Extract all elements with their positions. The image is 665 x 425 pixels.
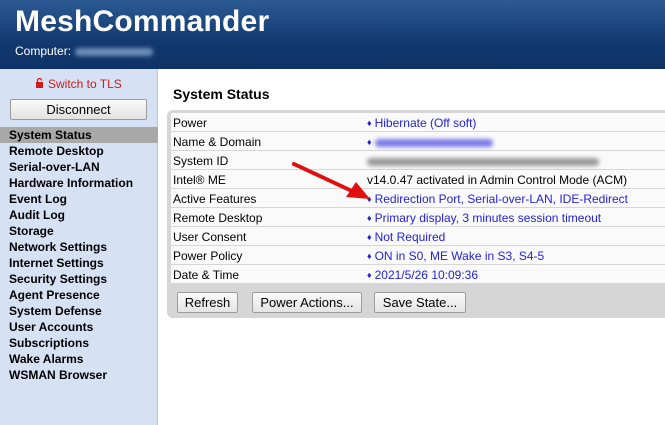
disconnect-button[interactable]: Disconnect: [10, 99, 147, 120]
system-id-value: [367, 154, 599, 168]
row-label: Intel® ME: [173, 173, 226, 187]
sidebar-item-storage[interactable]: Storage: [0, 223, 158, 239]
row-value: Redirection Port, Serial-over-LAN, IDE-R…: [374, 192, 629, 206]
row-value: 2021/5/26 10:09:36: [374, 268, 479, 282]
sidebar-item-remote-desktop[interactable]: Remote Desktop: [0, 143, 158, 159]
sidebar: Switch to TLS Disconnect System Status R…: [0, 69, 158, 425]
page-title: System Status: [173, 86, 270, 102]
sidebar-item-network-settings[interactable]: Network Settings: [0, 239, 158, 255]
row-label: Date & Time: [173, 268, 240, 282]
table-row-power: Power ♦ Hibernate (Off soft): [171, 113, 665, 132]
date-time-value-link[interactable]: ♦ 2021/5/26 10:09:36: [367, 268, 478, 282]
table-row-intel-me: Intel® ME v14.0.47 activated in Admin Co…: [171, 170, 665, 189]
sidebar-item-security-settings[interactable]: Security Settings: [0, 271, 158, 287]
switch-tls-link[interactable]: Switch to TLS: [35, 77, 122, 91]
sidebar-item-hardware-information[interactable]: Hardware Information: [0, 175, 158, 191]
red-arrow-icon: [292, 162, 370, 199]
row-label: System ID: [173, 154, 229, 168]
table-row-system-id: System ID: [171, 151, 665, 170]
diamond-icon: ♦: [367, 118, 372, 128]
sidebar-item-audit-log[interactable]: Audit Log: [0, 207, 158, 223]
diamond-icon: ♦: [367, 213, 372, 223]
name-domain-redacted: [374, 138, 493, 147]
name-domain-value-link[interactable]: ♦: [367, 135, 493, 149]
diamond-icon: ♦: [367, 137, 372, 147]
row-label: Name & Domain: [173, 135, 262, 149]
row-label: Power: [173, 116, 208, 130]
table-row-name-domain: Name & Domain ♦: [171, 132, 665, 151]
table-row-power-policy: Power Policy ♦ ON in S0, ME Wake in S3, S…: [171, 246, 665, 265]
computer-info: Computer:: [15, 44, 154, 58]
sidebar-item-event-log[interactable]: Event Log: [0, 191, 158, 207]
sidebar-nav: System Status Remote Desktop Serial-over…: [0, 127, 158, 383]
sidebar-item-internet-settings[interactable]: Internet Settings: [0, 255, 158, 271]
system-status-panel: Power ♦ Hibernate (Off soft) Name & Domai…: [167, 110, 665, 318]
table-row-date-time: Date & Time ♦ 2021/5/26 10:09:36: [171, 265, 665, 284]
table-row-user-consent: User Consent ♦ Not Required: [171, 227, 665, 246]
row-label: Power Policy: [173, 249, 243, 263]
computer-name-redacted: [75, 47, 154, 56]
sidebar-item-subscriptions[interactable]: Subscriptions: [0, 335, 158, 351]
sidebar-item-system-status[interactable]: System Status: [0, 127, 158, 143]
row-value: Not Required: [374, 230, 446, 244]
row-label: Active Features: [173, 192, 257, 206]
user-consent-value-link[interactable]: ♦ Not Required: [367, 230, 445, 244]
sidebar-item-wsman-browser[interactable]: WSMAN Browser: [0, 367, 158, 383]
active-features-value-link[interactable]: ♦ Redirection Port, Serial-over-LAN, IDE-…: [367, 192, 628, 206]
power-value-link[interactable]: ♦ Hibernate (Off soft): [367, 116, 476, 130]
row-value: v14.0.47 activated in Admin Control Mode…: [367, 173, 628, 187]
system-id-redacted: [367, 157, 599, 166]
row-label: Remote Desktop: [173, 211, 263, 225]
table-row-active-features: Active Features ♦ Redirection Port, Seria…: [171, 189, 665, 208]
row-label: User Consent: [173, 230, 247, 244]
sidebar-item-serial-over-lan[interactable]: Serial-over-LAN: [0, 159, 158, 175]
app-title: MeshCommander: [15, 5, 270, 38]
diamond-icon: ♦: [367, 232, 372, 242]
row-value: ON in S0, ME Wake in S3, S4-5: [374, 249, 545, 263]
save-state-button[interactable]: Save State...: [374, 292, 466, 313]
sidebar-item-wake-alarms[interactable]: Wake Alarms: [0, 351, 158, 367]
status-table: Power ♦ Hibernate (Off soft) Name & Domai…: [171, 113, 665, 284]
switch-tls-label: Switch to TLS: [48, 77, 122, 91]
power-policy-value-link[interactable]: ♦ ON in S0, ME Wake in S3, S4-5: [367, 249, 544, 263]
diamond-icon: ♦: [367, 270, 372, 280]
sidebar-item-system-defense[interactable]: System Defense: [0, 303, 158, 319]
sidebar-item-user-accounts[interactable]: User Accounts: [0, 319, 158, 335]
row-value: Hibernate (Off soft): [374, 116, 477, 130]
refresh-button[interactable]: Refresh: [177, 292, 238, 313]
lock-icon: [35, 77, 45, 91]
sidebar-item-agent-presence[interactable]: Agent Presence: [0, 287, 158, 303]
diamond-icon: ♦: [367, 251, 372, 261]
app-header: MeshCommander Computer:: [0, 0, 665, 69]
table-row-remote-desktop: Remote Desktop ♦ Primary display, 3 minut…: [171, 208, 665, 227]
remote-desktop-value-link[interactable]: ♦ Primary display, 3 minutes session time…: [367, 211, 601, 225]
computer-label: Computer:: [15, 44, 72, 58]
row-value: Primary display, 3 minutes session timeo…: [374, 211, 602, 225]
power-actions-button[interactable]: Power Actions...: [252, 292, 362, 313]
